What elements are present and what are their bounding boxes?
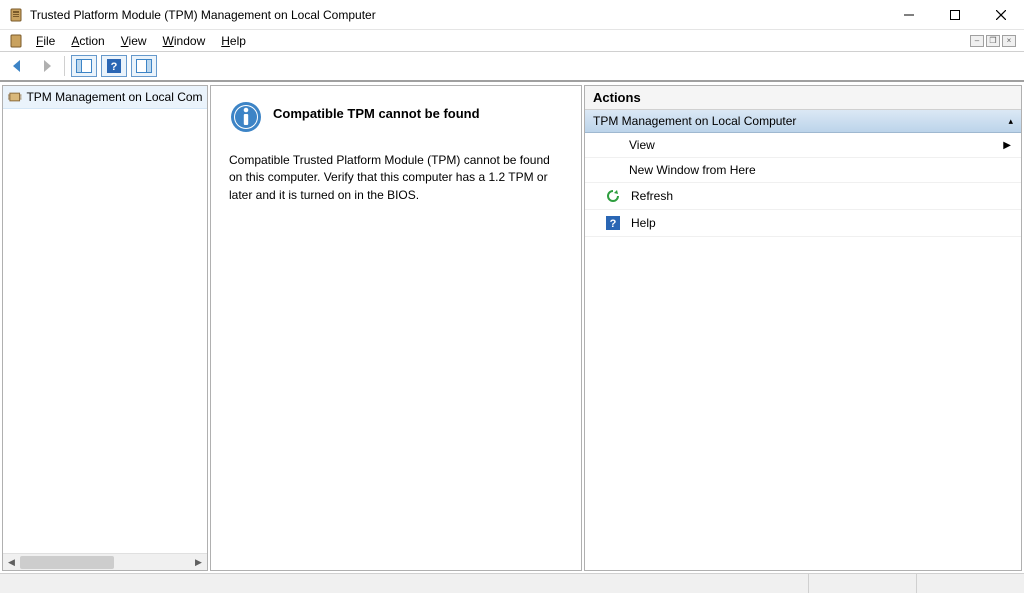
actions-header: Actions xyxy=(585,86,1021,110)
menu-view[interactable]: View xyxy=(113,32,155,50)
scroll-right-arrow[interactable]: ▶ xyxy=(190,554,207,570)
svg-text:?: ? xyxy=(111,61,118,73)
show-hide-action-pane-button[interactable] xyxy=(131,55,157,77)
submenu-arrow-icon: ▶ xyxy=(1003,140,1011,151)
title-bar: Trusted Platform Module (TPM) Management… xyxy=(0,0,1024,30)
horizontal-scrollbar[interactable]: ◀ ▶ xyxy=(3,553,207,570)
action-new-window[interactable]: New Window from Here xyxy=(585,158,1021,183)
status-cell-2 xyxy=(808,574,916,593)
actions-pane: Actions TPM Management on Local Computer… xyxy=(584,85,1022,571)
alert-header: Compatible TPM cannot be found xyxy=(229,100,563,134)
refresh-icon xyxy=(605,188,621,204)
tree-item-tpm-management[interactable]: TPM Management on Local Comp xyxy=(3,86,207,109)
show-hide-console-tree-button[interactable] xyxy=(71,55,97,77)
action-label: Help xyxy=(631,216,656,230)
back-button[interactable] xyxy=(6,54,30,78)
window-title: Trusted Platform Module (TPM) Management… xyxy=(30,8,886,22)
help-button[interactable]: ? xyxy=(101,55,127,77)
alert-body: Compatible Trusted Platform Module (TPM)… xyxy=(229,152,559,204)
forward-button[interactable] xyxy=(34,54,58,78)
action-help[interactable]: ? Help xyxy=(585,210,1021,237)
scroll-track[interactable] xyxy=(20,554,190,570)
action-view[interactable]: View ▶ xyxy=(585,133,1021,158)
toolbar-separator xyxy=(64,56,65,76)
toolbar: ? xyxy=(0,52,1024,82)
actions-group-label: TPM Management on Local Computer xyxy=(593,114,796,128)
close-button[interactable] xyxy=(978,0,1024,29)
action-label: New Window from Here xyxy=(629,163,756,177)
mdi-restore-button[interactable]: ❐ xyxy=(986,35,1000,47)
menu-window[interactable]: Window xyxy=(155,32,214,50)
tree-item-label: TPM Management on Local Comp xyxy=(26,90,203,104)
window-controls xyxy=(886,0,1024,29)
scroll-left-arrow[interactable]: ◀ xyxy=(3,554,20,570)
mdi-controls: – ❐ × xyxy=(970,35,1020,47)
menu-help[interactable]: Help xyxy=(213,32,254,50)
menu-file[interactable]: File xyxy=(28,32,63,50)
status-cell-main xyxy=(0,574,808,593)
action-refresh[interactable]: Refresh xyxy=(585,183,1021,210)
maximize-button[interactable] xyxy=(932,0,978,29)
action-label: View xyxy=(629,138,655,152)
status-cell-3 xyxy=(916,574,1024,593)
status-bar xyxy=(0,573,1024,593)
svg-text:?: ? xyxy=(610,218,617,230)
actions-group-header[interactable]: TPM Management on Local Computer ▴ xyxy=(585,110,1021,133)
mdi-close-button[interactable]: × xyxy=(1002,35,1016,47)
minimize-button[interactable] xyxy=(886,0,932,29)
collapse-arrow-icon: ▴ xyxy=(1008,116,1013,127)
alert-title: Compatible TPM cannot be found xyxy=(273,106,480,121)
mdi-minimize-button[interactable]: – xyxy=(970,35,984,47)
console-tree-pane: TPM Management on Local Comp ◀ ▶ xyxy=(2,85,208,571)
scroll-thumb[interactable] xyxy=(20,556,114,569)
app-icon-small xyxy=(8,33,24,49)
tpm-chip-icon xyxy=(7,89,22,105)
menu-bar: File Action View Window Help – ❐ × xyxy=(0,30,1024,52)
menu-action[interactable]: Action xyxy=(63,32,112,50)
action-label: Refresh xyxy=(631,189,673,203)
main-content: TPM Management on Local Comp ◀ ▶ Compati… xyxy=(0,82,1024,573)
help-icon: ? xyxy=(605,215,621,231)
info-icon xyxy=(229,100,263,134)
app-icon xyxy=(8,7,24,23)
result-pane: Compatible TPM cannot be found Compatibl… xyxy=(210,85,582,571)
